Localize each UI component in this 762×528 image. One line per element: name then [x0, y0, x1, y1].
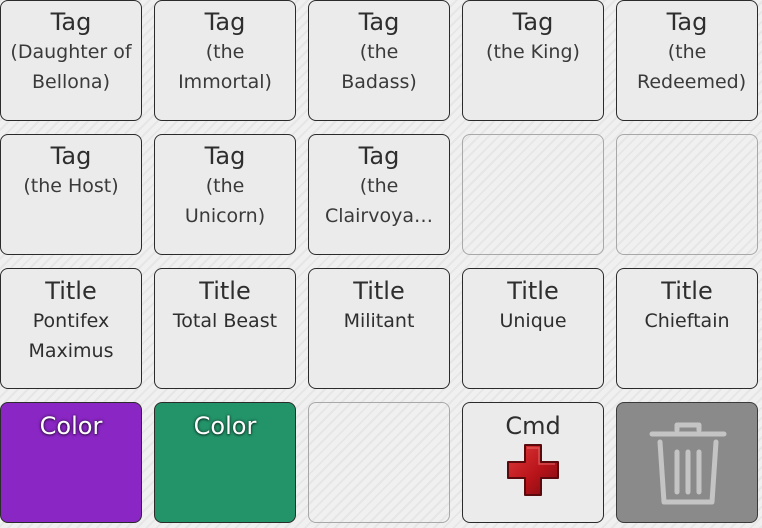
tile-value-label: (the King): [486, 41, 580, 63]
empty-slot[interactable]: [308, 402, 450, 523]
tile-type-label: Title: [45, 277, 97, 305]
tag-tile-the-unicorn[interactable]: Tag (the Unicorn): [154, 134, 296, 255]
title-tile-militant[interactable]: Title Militant: [308, 268, 450, 389]
tile-type-label: Tag: [666, 8, 708, 36]
cmd-tile[interactable]: Cmd: [462, 402, 604, 523]
tile-type-label: Tag: [358, 142, 400, 170]
tag-tile-the-redeemed[interactable]: Tag (the Redeemed): [616, 0, 758, 121]
tile-type-label: Tag: [50, 142, 92, 170]
title-tile-total-beast[interactable]: Title Total Beast: [154, 268, 296, 389]
tile-value-label: (the Redeemed): [637, 41, 747, 93]
tile-type-label: Tag: [512, 8, 554, 36]
color-tile-purple[interactable]: Color: [0, 402, 142, 523]
tile-type-label: Tag: [358, 8, 400, 36]
trash-icon: [649, 422, 727, 505]
empty-slot[interactable]: [462, 134, 604, 255]
tag-tile-the-clairvoyant[interactable]: Tag (the Clairvoya…: [308, 134, 450, 255]
tile-value-label: (the Unicorn): [184, 175, 266, 227]
tile-type-label: Title: [199, 277, 251, 305]
color-label: Color: [39, 412, 103, 440]
tile-value-label: (the Host): [23, 175, 119, 197]
tile-value-label: Militant: [343, 310, 415, 332]
tile-type-label: Title: [661, 277, 713, 305]
tile-value-label: (the Badass): [341, 41, 417, 93]
tile-value-label: Pontifex Maximus: [28, 310, 114, 362]
empty-slot[interactable]: [616, 134, 758, 255]
color-label: Color: [193, 412, 257, 440]
title-tile-unique[interactable]: Title Unique: [462, 268, 604, 389]
tile-value-label: Total Beast: [172, 310, 278, 332]
tag-tile-the-host[interactable]: Tag (the Host): [0, 134, 142, 255]
tile-type-label: Tag: [204, 8, 246, 36]
tile-type-label: Tag: [204, 142, 246, 170]
red-cross-icon: [507, 444, 559, 496]
tile-type-label: Title: [507, 277, 559, 305]
tile-value-label: (the Clairvoya…: [324, 175, 434, 227]
tile-value-label: (Daughter of Bellona): [10, 41, 132, 93]
title-tile-chieftain[interactable]: Title Chieftain: [616, 268, 758, 389]
tag-tile-the-immortal[interactable]: Tag (the Immortal): [154, 0, 296, 121]
tile-value-label: (the Immortal): [178, 41, 272, 93]
color-tile-green[interactable]: Color: [154, 402, 296, 523]
title-tile-pontifex-maximus[interactable]: Title Pontifex Maximus: [0, 268, 142, 389]
tag-tile-the-king[interactable]: Tag (the King): [462, 0, 604, 121]
tile-value-label: Unique: [499, 310, 567, 332]
tag-tile-the-badass[interactable]: Tag (the Badass): [308, 0, 450, 121]
tile-type-label: Tag: [50, 8, 92, 36]
tile-value-label: Chieftain: [644, 310, 730, 332]
cmd-label: Cmd: [505, 412, 561, 440]
trash-tile[interactable]: [616, 402, 758, 523]
tag-tile-daughter-of-bellona[interactable]: Tag (Daughter of Bellona): [0, 0, 142, 121]
tile-type-label: Title: [353, 277, 405, 305]
